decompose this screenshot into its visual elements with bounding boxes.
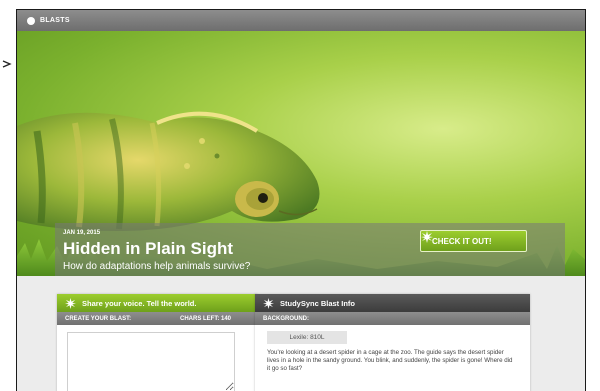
starburst-icon — [65, 297, 76, 309]
blast-title: Hidden in Plain Sight — [63, 239, 233, 258]
background-text: You're looking at a desert spider in a c… — [267, 349, 513, 372]
starburst-icon — [263, 297, 274, 309]
blast-date: JAN 19, 2015 — [63, 230, 101, 236]
blast-info-panel: StudySync Blast Info BACKGROUND: Lexile:… — [255, 294, 530, 391]
blast-textarea[interactable] — [67, 332, 235, 391]
blast-info-header: StudySync Blast Info — [255, 294, 530, 312]
lexile-badge: Lexile: 810L — [267, 331, 347, 344]
chars-left-counter: CHARS LEFT: 140 — [179, 315, 231, 322]
app-window: BLASTS JAN 19, 2015 Hidden in Plain Sigh… — [16, 9, 586, 391]
create-blast-label: CREATE YOUR BLAST: — [65, 315, 132, 322]
background-label: BACKGROUND: — [263, 315, 309, 322]
top-bar: BLASTS — [17, 10, 585, 31]
blast-subtitle: How do adaptations help animals survive? — [63, 261, 251, 272]
share-panel: Share your voice. Tell the world. CREATE… — [57, 294, 257, 391]
background-bar: BACKGROUND: — [255, 312, 530, 325]
screenshot-stage: BLASTS JAN 19, 2015 Hidden in Plain Sigh… — [0, 0, 600, 391]
hero-banner[interactable]: JAN 19, 2015 Hidden in Plain Sight How d… — [17, 31, 585, 276]
lower-section: Share your voice. Tell the world. CREATE… — [17, 276, 585, 391]
blast-dot-icon — [27, 16, 35, 25]
starburst-icon — [421, 231, 433, 243]
share-panel-header: Share your voice. Tell the world. — [57, 294, 257, 312]
check-it-out-label: CHECK IT OUT! — [432, 236, 492, 246]
create-blast-bar: CREATE YOUR BLAST: CHARS LEFT: 140 — [57, 312, 257, 325]
blast-info-heading: StudySync Blast Info — [280, 298, 356, 308]
share-panel-heading: Share your voice. Tell the world. — [82, 298, 197, 308]
check-it-out-button[interactable]: CHECK IT OUT! — [420, 230, 527, 252]
top-bar-label[interactable]: BLASTS — [40, 17, 70, 24]
corner-mark-icon — [2, 60, 12, 68]
